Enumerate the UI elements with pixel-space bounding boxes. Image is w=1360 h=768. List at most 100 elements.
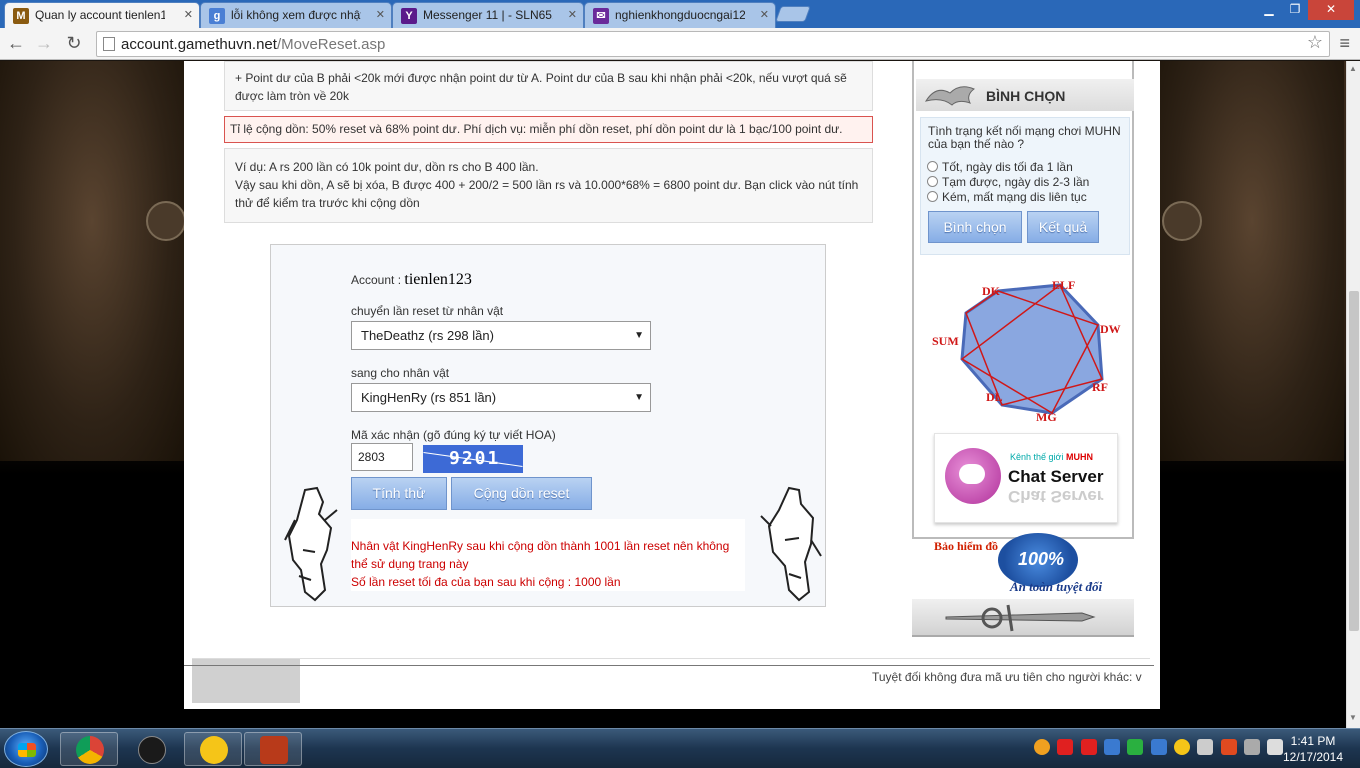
- insurance-title: Bảo hiểm đồ: [934, 539, 999, 553]
- radio-icon[interactable]: [927, 176, 938, 187]
- notice-text: Tỉ lệ cộng dồn: 50% reset và 68% point d…: [230, 122, 843, 136]
- poll-option-label: Kém, mất mạng dis liên tục: [942, 190, 1087, 204]
- scrollbar-thumb[interactable]: [1349, 291, 1359, 631]
- calculate-button[interactable]: Tính thử: [351, 477, 447, 510]
- scroll-down-arrow-icon[interactable]: ▼: [1349, 713, 1357, 722]
- taskbar-clock[interactable]: 1:41 PM 12/17/2014: [1276, 733, 1350, 765]
- windows-taskbar: 1:41 PM 12/17/2014: [0, 728, 1360, 768]
- class-label-rf: RF: [1092, 380, 1108, 394]
- captcha-input-value: 2803: [358, 450, 385, 464]
- tray-messenger-icon[interactable]: [1174, 739, 1191, 755]
- tray-volume-muted-icon[interactable]: [1220, 739, 1237, 755]
- chat-brand: MUHN: [1065, 452, 1093, 462]
- tab-close-icon[interactable]: ✕: [568, 3, 577, 27]
- example-box: Ví dụ: A rs 200 lần có 10k point dư, dồn…: [224, 148, 873, 223]
- vote-button[interactable]: Bình chọn: [928, 211, 1022, 243]
- tab-close-icon[interactable]: ✕: [184, 3, 193, 27]
- info-rules-box: + Point dư của B phải <20k mới được nhận…: [224, 61, 873, 111]
- tab-quan-ly-account[interactable]: M Quan ly account tienlen12 ✕: [4, 2, 200, 28]
- address-bar[interactable]: account.gamethuvn.net/MoveReset.asp ☆: [96, 31, 1330, 57]
- sword-divider: [912, 599, 1134, 637]
- browser-toolbar: ← → ↻ account.gamethuvn.net/MoveReset.as…: [0, 28, 1360, 60]
- radio-icon[interactable]: [927, 191, 938, 202]
- tray-network-icon[interactable]: [1127, 739, 1144, 755]
- back-arrow-icon[interactable]: ←: [4, 32, 28, 56]
- insurance-banner[interactable]: Bảo hiểm đồ 100% An toàn tuyệt đối: [932, 531, 1122, 601]
- forward-arrow-icon[interactable]: →: [32, 32, 56, 56]
- from-character-value: TheDeathz (rs 298 lần): [361, 328, 494, 343]
- close-window-icon[interactable]: ✕: [1308, 0, 1354, 20]
- radio-icon[interactable]: [927, 161, 938, 172]
- class-label-sum: SUM: [932, 334, 959, 348]
- captcha-input[interactable]: 2803: [351, 443, 413, 471]
- taskbar-yahoo-messenger[interactable]: [184, 732, 242, 766]
- chrome-icon: [76, 736, 104, 764]
- google-favicon-icon: g: [209, 8, 225, 24]
- decorative-emblem-icon: [1162, 201, 1202, 241]
- example-line: thử để kiểm tra trước khi cộng dồn: [235, 196, 420, 210]
- yahoo-favicon-icon: Y: [401, 8, 417, 24]
- page-bottom-line: [184, 665, 1154, 666]
- guarantee-badge-text: 100%: [1018, 549, 1065, 569]
- class-relationship-diagram: DK ELF DW RF MG DL SUM: [932, 278, 1121, 423]
- error-line: Số lần reset tối đa của bạn sau khi cộng…: [351, 575, 621, 589]
- tab-title: lỗi không xem được nhật k: [231, 8, 361, 22]
- tray-display-icon[interactable]: [1244, 739, 1261, 755]
- from-character-label: chuyển lần reset từ nhân vật: [351, 304, 504, 318]
- tab-mail[interactable]: ✉ nghienkhongduocngai12? ✕: [584, 2, 776, 28]
- to-character-select[interactable]: KingHenRy (rs 851 lần) ▼: [351, 383, 651, 412]
- class-label-dw: DW: [1100, 322, 1121, 336]
- tray-app-icon[interactable]: [1034, 739, 1050, 755]
- mu-favicon-icon: M: [13, 8, 29, 24]
- new-tab-button[interactable]: [775, 6, 811, 22]
- tray-acrobat-icon[interactable]: [1057, 739, 1074, 755]
- info-line: + Point dư của B phải <20k mới được nhận…: [235, 71, 847, 85]
- tab-close-icon[interactable]: ✕: [760, 3, 769, 27]
- taskbar-game-launcher[interactable]: [244, 732, 302, 766]
- clock-date: 12/17/2014: [1282, 750, 1344, 764]
- taskbar-chrome[interactable]: [60, 732, 118, 766]
- tray-update-icon[interactable]: [1150, 739, 1167, 755]
- class-label-dl: DL: [986, 390, 1003, 404]
- taskbar-mu-game[interactable]: [122, 732, 180, 766]
- tab-close-icon[interactable]: ✕: [376, 3, 385, 27]
- tray-ie-icon[interactable]: [1104, 739, 1121, 755]
- tab-messenger[interactable]: Y Messenger 11 | - SLN651 - ✕: [392, 2, 584, 28]
- knight-illustration-right: [760, 486, 822, 602]
- dropdown-caret-icon: ▼: [634, 330, 644, 341]
- vertical-scrollbar[interactable]: ▲ ▼: [1346, 61, 1360, 728]
- mail-favicon-icon: ✉: [593, 8, 609, 24]
- results-button-label: Kết quả: [1038, 219, 1088, 235]
- poll-option-1[interactable]: Tốt, ngày dis tối đa 1 lần: [927, 160, 1073, 174]
- merge-reset-button[interactable]: Cộng dồn reset: [451, 477, 592, 510]
- chat-subtitle-text: Kênh thế giới: [1010, 452, 1064, 462]
- poll-question: Tình trạng kết nối mạng chơi MUHN của bạ…: [928, 124, 1121, 151]
- minimize-icon[interactable]: ▁: [1256, 0, 1282, 20]
- example-line: Ví dụ: A rs 200 lần có 10k point dư, dồn…: [235, 160, 539, 174]
- error-line: Nhân vật KingHenRy sau khi cộng dồn thàn…: [351, 539, 730, 553]
- restore-icon[interactable]: ❐: [1282, 0, 1308, 20]
- mu-game-icon: [138, 736, 166, 764]
- tab-title: Messenger 11 | - SLN651 -: [423, 8, 553, 22]
- results-button[interactable]: Kết quả: [1027, 211, 1099, 243]
- bookmark-star-icon[interactable]: ☆: [1307, 32, 1323, 53]
- from-character-select[interactable]: TheDeathz (rs 298 lần) ▼: [351, 321, 651, 350]
- tab-google[interactable]: g lỗi không xem được nhật k ✕: [200, 2, 392, 28]
- start-button[interactable]: [4, 731, 48, 767]
- poll-option-2[interactable]: Tạm được, ngày dis 2-3 lần: [927, 175, 1089, 189]
- chat-bubble-icon: [945, 448, 1001, 504]
- class-label-dk: DK: [982, 284, 1001, 298]
- account-value: tienlen123: [404, 271, 472, 288]
- page-viewport: + Point dư của B phải <20k mới được nhận…: [0, 61, 1346, 728]
- menu-icon[interactable]: ≡: [1339, 34, 1350, 52]
- dragon-icon: [924, 86, 975, 106]
- scroll-up-arrow-icon[interactable]: ▲: [1349, 64, 1357, 73]
- tray-flag-icon[interactable]: [1197, 739, 1214, 755]
- url-host: account.gamethuvn.net: [121, 36, 277, 53]
- reload-icon[interactable]: ↻: [62, 32, 86, 56]
- chat-server-banner[interactable]: Kênh thế giới MUHN Chat Server Chat Serv…: [934, 433, 1118, 523]
- poll-option-3[interactable]: Kém, mất mạng dis liên tục: [927, 190, 1087, 204]
- background-art-right: [1160, 61, 1344, 461]
- move-reset-form: Account : tienlen123 chuyển lần reset từ…: [270, 244, 826, 607]
- tray-acrobat-icon[interactable]: [1080, 739, 1097, 755]
